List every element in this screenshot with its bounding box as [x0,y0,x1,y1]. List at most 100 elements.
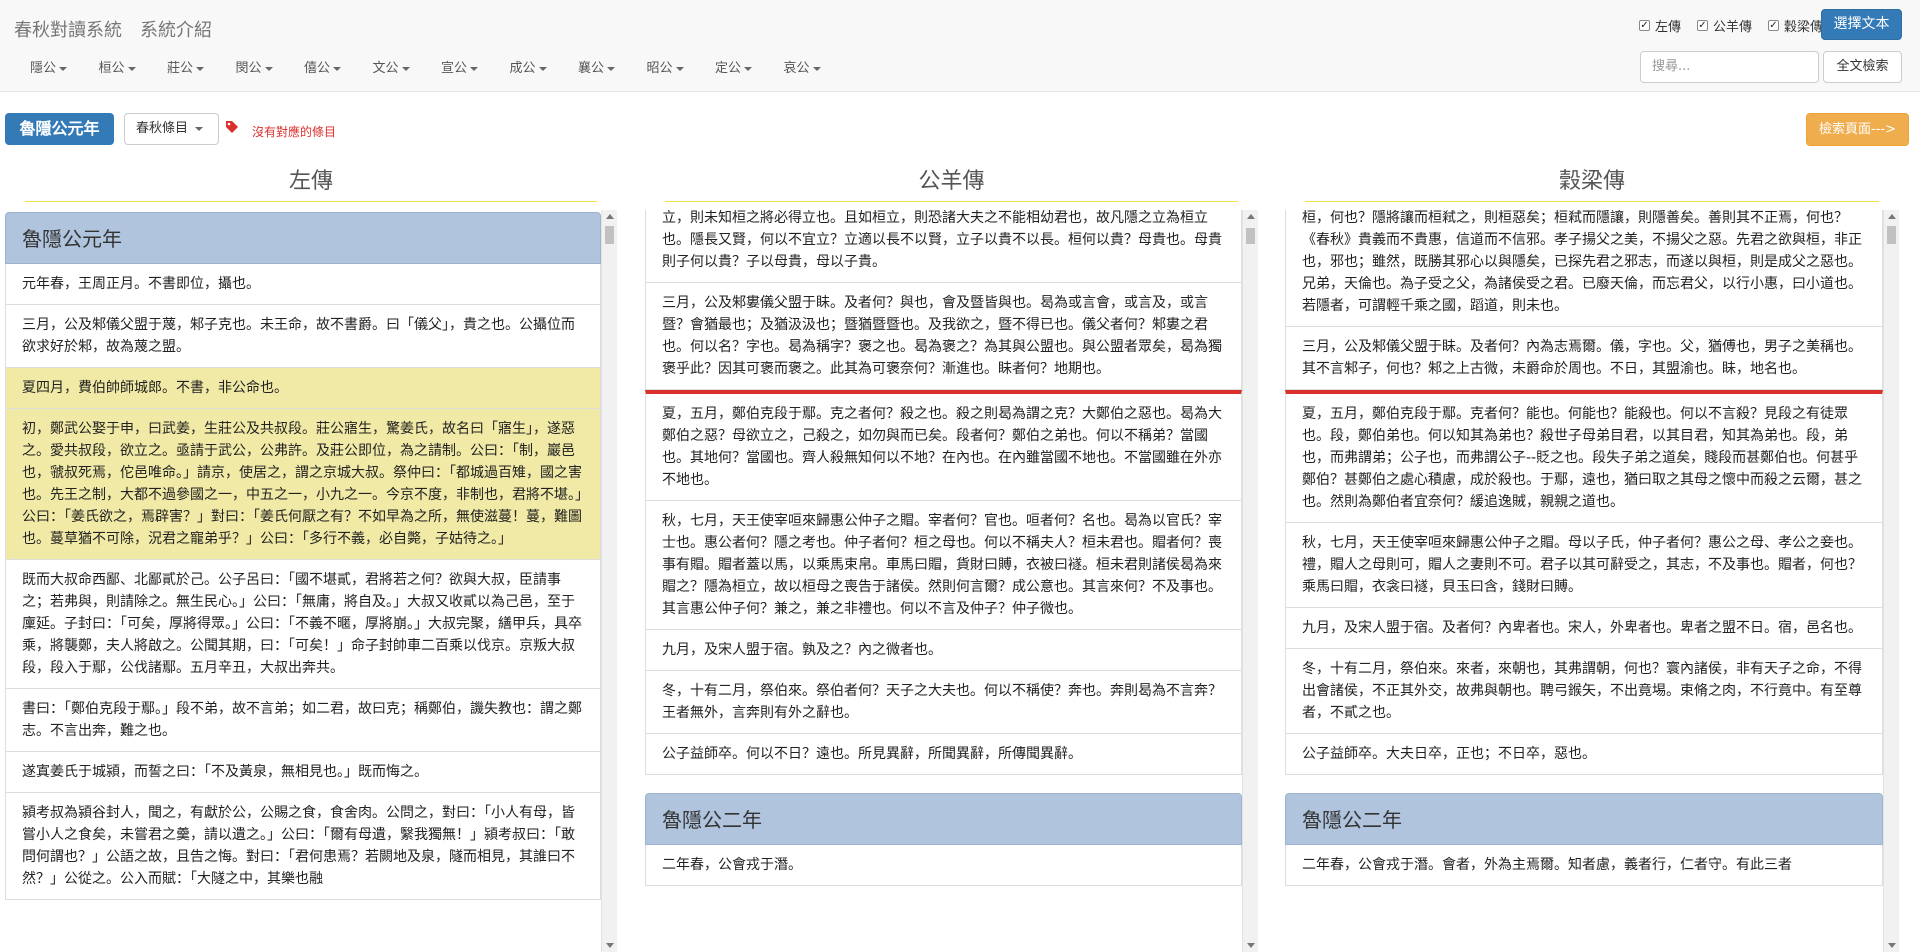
scroll-up-icon[interactable] [1247,214,1255,219]
list-item[interactable]: 遂寘姜氏于城潁，而誓之曰：「不及黃泉，無相見也。」既而悔之。 [5,752,601,793]
caret-down-icon [401,66,410,71]
check-label: 穀梁傳 [1783,20,1823,35]
list-item[interactable]: 公子益師卒。大夫日卒，正也；不日卒，惡也。 [1285,734,1883,775]
menu-label: 隱公 [30,61,57,76]
list-item-highlighted[interactable]: 初，鄭武公娶于申，曰武姜，生莊公及共叔段。莊公寤生，驚姜氏，故名曰「寤生」，遂惡… [5,409,601,560]
scroll-area[interactable]: 魯隱公元年 元年春，王周正月。不書即位，攝也。 三月，公及邾儀父盟于蔑，邾子克也… [5,210,617,952]
menu-label: 文公 [372,61,399,76]
select-text-button[interactable]: 選擇文本 [1821,9,1902,40]
list-item-highlighted[interactable]: 夏四月，費伯帥師城郎。不書，非公命也。 [5,368,601,409]
tag-icon [226,121,238,133]
list-item[interactable]: 二年春，公會戎于潛。 [645,845,1242,886]
system-intro-link[interactable]: 系統介紹 [140,20,212,41]
list-item[interactable]: 既而大叔命西鄙、北鄙貳於己。公子呂曰：「國不堪貳，君將若之何？欲與大叔，臣請事之… [5,560,601,689]
list-item[interactable]: 秋，七月，天王使宰咺來歸惠公仲子之賵。母以子氏，仲子者何？惠公之母、孝公之妾也。… [1285,523,1883,608]
scrollbar-thumb[interactable] [1246,228,1255,244]
menu-duke-xi[interactable]: 僖公 [304,57,373,76]
no-match-notice: 沒有對應的條目 [252,125,337,139]
menu-label: 定公 [715,61,742,76]
current-year-badge: 魯隱公元年 [5,113,114,145]
caret-down-icon [196,66,205,71]
list-item[interactable]: 冬，十有二月，祭伯來。來者，來朝也，其弗謂朝，何也？寰內諸侯，非有天子之命，不得… [1285,649,1883,734]
list-item-current[interactable]: 夏，五月，鄭伯克段于鄢。克者何？能也。何能也？能殺也。何以不言殺？見段之有徒眾也… [1285,390,1883,523]
list-item[interactable]: 潁考叔為潁谷封人，聞之，有獻於公，公賜之食，食舍肉。公問之，對曰：「小人有母，皆… [5,793,601,900]
list-item[interactable]: 三月，公及邾儀父盟于眛。及者何？內為志焉爾。儀，字也。父，猶傅也，男子之美稱也。… [1285,327,1883,390]
list-item[interactable]: 元年春，王周正月。不書即位，攝也。 [5,264,601,305]
menu-duke-xiang[interactable]: 襄公 [578,57,647,76]
checkbox-checked-icon[interactable]: ✓ [1696,20,1708,31]
check-guliang[interactable]: ✓ 穀梁傳 [1767,16,1823,35]
menu-duke-zhuang[interactable]: 莊公 [167,57,236,76]
caret-down-icon [470,66,479,71]
list-item[interactable]: 書曰：「鄭伯克段于鄢。」段不弟，故不言弟；如二君，故曰克；稱鄭伯，譏失教也：謂之… [5,689,601,752]
caret-down-icon [607,66,616,71]
scroll-up-icon[interactable] [606,214,614,219]
menu-duke-ai[interactable]: 哀公 [784,57,853,76]
caret-down-icon [538,66,547,71]
brand-title[interactable]: 春秋對讀系統 [14,20,122,41]
menu-duke-huan[interactable]: 桓公 [99,57,168,76]
column-heading: 穀梁傳 [1305,162,1879,202]
menu-duke-wen[interactable]: 文公 [373,57,442,76]
caret-down-icon [812,66,821,71]
check-gongyang[interactable]: ✓ 公羊傳 [1696,16,1752,35]
list-item[interactable]: 三月，公及邾儀父盟于蔑，邾子克也。未王命，故不書爵。曰「儀父」，貴之也。公攝位而… [5,305,601,368]
check-label: 公羊傳 [1712,20,1752,35]
list-item[interactable]: 公子益師卒。何以不日？遠也。所見異辭，所聞異辭，所傳聞異辭。 [645,734,1242,775]
scroll-down-icon[interactable] [1888,943,1896,948]
menu-label: 哀公 [783,61,810,76]
commentary-checkboxes: ✓ 左傳 ✓ 公羊傳 ✓ 穀梁傳 [1638,16,1823,35]
brand: 春秋對讀系統 系統介紹 [14,16,230,42]
scrollbar[interactable] [1242,210,1258,952]
dropdown-label: 春秋條目 [136,121,189,136]
scroll-down-icon[interactable] [606,943,614,948]
list-item[interactable]: 秋，七月，天王使宰咺來歸惠公仲子之賵。宰者何？官也。咺者何？名也。曷為以官氏？宰… [645,501,1242,630]
column-zuo: 左傳 魯隱公元年 元年春，王周正月。不書即位，攝也。 三月，公及邾儀父盟于蔑，邾… [5,152,617,952]
list-item[interactable]: 三月，公及邾婁儀父盟于眛。及者何？與也，會及暨皆與也。曷為或言會，或言及，或言暨… [645,283,1242,390]
scroll-area[interactable]: 桓，何也？隱將讓而桓弒之，則桓惡矣；桓弒而隱讓，則隱善矣。善則其不正焉，何也？《… [1285,210,1899,952]
search-page-button[interactable]: 檢索頁面---> [1806,113,1909,146]
menu-label: 宣公 [441,61,468,76]
menu-duke-cheng[interactable]: 成公 [510,57,579,76]
list-item[interactable]: 九月，及宋人盟于宿。及者何？內卑者也。宋人，外卑者也。卑者之盟不日。宿，邑名也。 [1285,608,1883,649]
caret-down-icon [744,66,753,71]
checkbox-checked-icon[interactable]: ✓ [1638,20,1650,31]
scrollbar[interactable] [601,210,617,952]
menu-duke-yin[interactable]: 隱公 [30,57,99,76]
scrollbar-thumb[interactable] [605,226,614,244]
menu-label: 僖公 [304,61,331,76]
menu-label: 桓公 [98,61,125,76]
menu-duke-min[interactable]: 閔公 [236,57,305,76]
list-item[interactable]: 立，則未知桓之將必得立也。且如桓立，則恐諸大夫之不能相幼君也，故凡隱之立為桓立也… [645,210,1242,283]
menu-duke-xuan[interactable]: 宣公 [441,57,510,76]
scroll-up-icon[interactable] [1888,214,1896,219]
caret-down-icon [264,66,273,71]
list-item[interactable]: 二年春，公會戎于潛。會者，外為主焉爾。知者慮，義者行，仁者守。有此三者 [1285,845,1883,886]
menu-label: 莊公 [167,61,194,76]
caret-down-icon [59,66,68,71]
check-label: 左傳 [1654,20,1681,35]
caret-down-icon [127,66,136,71]
fulltext-search-button[interactable]: 全文檢索 [1823,51,1902,83]
scroll-area[interactable]: 立，則未知桓之將必得立也。且如桓立，則恐諸大夫之不能相幼君也，故凡隱之立為桓立也… [645,210,1258,952]
menu-label: 成公 [509,61,536,76]
list-item[interactable]: 冬，十有二月，祭伯來。祭伯者何？天子之大夫也。何以不稱使？奔也。奔則曷為不言奔？… [645,671,1242,734]
column-gongyang: 公羊傳 立，則未知桓之將必得立也。且如桓立，則恐諸大夫之不能相幼君也，故凡隱之立… [645,152,1258,952]
scrollbar-thumb[interactable] [1887,226,1896,244]
caret-down-icon [333,66,342,71]
panel-title: 魯隱公二年 [645,793,1242,845]
list-item[interactable]: 桓，何也？隱將讓而桓弒之，則桓惡矣；桓弒而隱讓，則隱善矣。善則其不正焉，何也？《… [1285,210,1883,327]
scrollbar[interactable] [1883,210,1899,952]
scroll-down-icon[interactable] [1247,943,1255,948]
list-item-current[interactable]: 夏，五月，鄭伯克段于鄢。克之者何？殺之也。殺之則曷為謂之克？大鄭伯之惡也。曷為大… [645,390,1242,501]
menu-duke-zhao[interactable]: 昭公 [647,57,716,76]
check-zuo[interactable]: ✓ 左傳 [1638,16,1681,35]
column-heading: 公羊傳 [665,162,1238,202]
duke-menu: 隱公 桓公 莊公 閔公 僖公 文公 宣公 成公 襄公 昭公 定公 哀公 [30,57,852,76]
search-input[interactable]: 搜尋... [1640,51,1819,83]
column-heading: 左傳 [25,162,597,202]
list-item[interactable]: 九月，及宋人盟于宿。孰及之？內之微者也。 [645,630,1242,671]
checkbox-checked-icon[interactable]: ✓ [1767,20,1779,31]
menu-duke-ding[interactable]: 定公 [715,57,784,76]
entry-dropdown[interactable]: 春秋條目 [124,113,219,145]
